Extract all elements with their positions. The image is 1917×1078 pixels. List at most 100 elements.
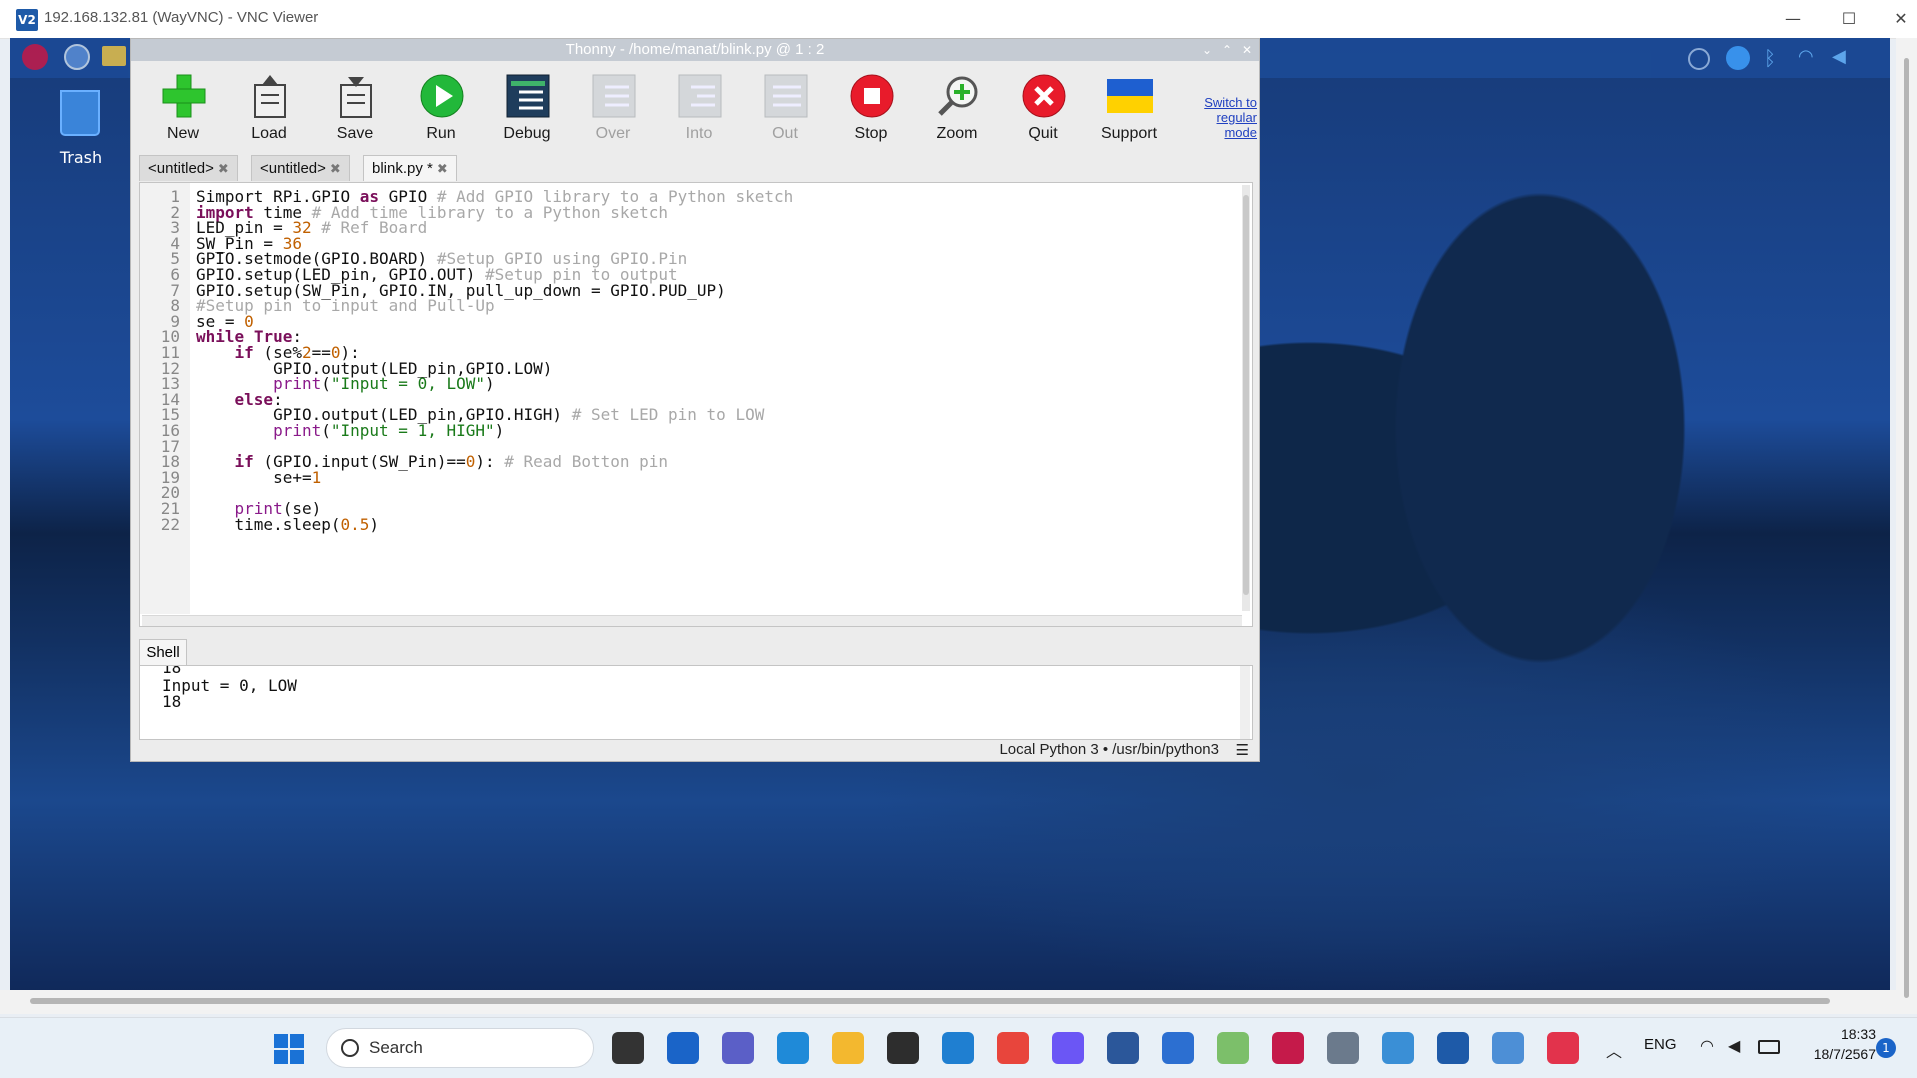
thonny-minimize-button[interactable]: ⌄	[1197, 40, 1217, 60]
run-button[interactable]: Run	[401, 69, 481, 157]
language-indicator[interactable]: ENG	[1644, 1036, 1677, 1053]
update-icon[interactable]	[1726, 46, 1750, 70]
step-into-button[interactable]: Into	[659, 69, 739, 157]
close-tab-icon[interactable]: ✖	[218, 161, 229, 176]
notepad-icon[interactable]	[1162, 1032, 1194, 1064]
save-label: Save	[336, 125, 374, 142]
switch-mode-line2: regular	[1216, 110, 1257, 125]
browser-icon[interactable]	[64, 44, 90, 70]
file-explorer-icon[interactable]	[832, 1032, 864, 1064]
shell-console[interactable]: 18 Input = 0, LOW 18	[139, 665, 1253, 740]
clock-date[interactable]: 18/7/2567	[1786, 1046, 1876, 1062]
battery-icon[interactable]	[1758, 1040, 1780, 1054]
tab-label: <untitled>	[260, 160, 326, 177]
code-editor[interactable]: 1 2 3 4 5 6 7 8 9 10 11 12 13 14 15 16 17 18 19 20 21 22 Simp…	[139, 182, 1253, 627]
new-label: New	[166, 125, 199, 142]
network-icon[interactable]	[1492, 1032, 1524, 1064]
task-view-icon[interactable]	[612, 1032, 644, 1064]
windows-logo-icon	[290, 1050, 304, 1064]
line-number-gutter: 1 2 3 4 5 6 7 8 9 10 11 12 13 14 15 16 17 18 19 20 21 22	[140, 183, 190, 614]
word-icon[interactable]	[1107, 1032, 1139, 1064]
run-label: Run	[426, 125, 456, 142]
step-out-button[interactable]: Out	[745, 69, 825, 157]
store-icon[interactable]	[887, 1032, 919, 1064]
quit-button[interactable]: Quit	[1003, 69, 1083, 157]
folder-icon[interactable]	[102, 46, 126, 66]
edge-icon[interactable]	[777, 1032, 809, 1064]
start-button[interactable]	[274, 1034, 304, 1064]
tab-label: <untitled>	[148, 160, 214, 177]
vnc-vertical-thumb[interactable]	[1904, 58, 1909, 998]
maps-icon[interactable]	[1217, 1032, 1249, 1064]
menu-icon[interactable]: ☰	[1236, 741, 1249, 759]
close-button[interactable]: ✕	[1874, 4, 1917, 34]
tab-untitled-1[interactable]: <untitled> ✖	[139, 155, 238, 181]
debug-button[interactable]: Debug	[487, 69, 567, 157]
status-bar: Local Python 3 • /usr/bin/python3 ☰	[131, 741, 1259, 761]
volume-tray-icon[interactable]: ◀	[1728, 1036, 1740, 1055]
vnc-vertical-scrollbar[interactable]	[1896, 38, 1917, 1014]
step-over-button[interactable]: Over	[573, 69, 653, 157]
support-button[interactable]: Support	[1089, 69, 1169, 157]
ukraine-flag-icon	[1107, 79, 1153, 113]
toolbar: New Load Save Run Debug Over Into Out St…	[131, 61, 1259, 157]
close-tab-icon[interactable]: ✖	[330, 161, 341, 176]
volume-icon[interactable]: ◀	[1832, 46, 1856, 70]
windows-logo-icon	[290, 1034, 304, 1048]
show-hidden-icons-chevron-icon[interactable]: ︿	[1606, 1038, 1622, 1062]
save-button[interactable]: Save	[315, 69, 395, 157]
snap-icon[interactable]	[667, 1032, 699, 1064]
step-into-icon	[678, 74, 722, 118]
vnc-viewer-icon[interactable]	[1437, 1032, 1469, 1064]
into-label: Into	[685, 125, 713, 142]
line-number: 22	[160, 514, 180, 534]
windows-logo-icon	[274, 1050, 288, 1064]
remote-desktop-icon[interactable]	[1382, 1032, 1414, 1064]
clock-time[interactable]: 18:33	[1786, 1026, 1876, 1042]
settings-icon[interactable]	[1327, 1032, 1359, 1064]
interpreter-status[interactable]: Local Python 3 • /usr/bin/python3	[999, 741, 1219, 758]
tab-untitled-2[interactable]: <untitled> ✖	[251, 155, 350, 181]
shell-tab[interactable]: Shell	[139, 639, 187, 665]
notification-badge[interactable]: 1	[1876, 1038, 1896, 1058]
shell-output-line: Input = 0, LOW	[162, 676, 297, 695]
zoom-button[interactable]: Zoom	[917, 69, 997, 157]
raspberry-pi-icon[interactable]	[1272, 1032, 1304, 1064]
teams-icon[interactable]	[722, 1032, 754, 1064]
maximize-button[interactable]: ☐	[1822, 4, 1876, 34]
stop-button[interactable]: Stop	[831, 69, 911, 157]
editor-vertical-scrollbar[interactable]	[1242, 185, 1250, 611]
remote-desktop[interactable]: ᛒ ◠ ◀ Trash Thonny - /home/manat/blink.p…	[10, 38, 1890, 991]
editor-scroll-thumb[interactable]	[1243, 195, 1249, 595]
chrome-icon[interactable]	[997, 1032, 1029, 1064]
thonny-window: Thonny - /home/manat/blink.py @ 1 : 2 ⌄ …	[130, 38, 1260, 762]
save-icon	[340, 77, 372, 118]
vnc-horizontal-scrollbar[interactable]	[0, 990, 1896, 1014]
tab-blink-py[interactable]: blink.py * ✖	[363, 155, 457, 181]
switch-to-regular-mode-link[interactable]: Switch to regular mode	[1183, 95, 1257, 140]
vnc-horizontal-thumb[interactable]	[30, 998, 1830, 1004]
vscode-icon[interactable]	[942, 1032, 974, 1064]
bluetooth-icon[interactable]: ᛒ	[1764, 46, 1780, 70]
minimize-button[interactable]: —	[1766, 4, 1820, 34]
thonny-maximize-button[interactable]: ⌃	[1217, 40, 1237, 60]
quit-icon	[1022, 74, 1066, 118]
taskbar-search[interactable]: Search	[326, 1028, 594, 1068]
load-button[interactable]: Load	[229, 69, 309, 157]
raspberry-menu-icon[interactable]	[22, 44, 48, 70]
thonny-title: Thonny - /home/manat/blink.py @ 1 : 2	[565, 41, 825, 58]
sync-icon[interactable]	[1688, 48, 1710, 70]
messenger-icon[interactable]	[1052, 1032, 1084, 1064]
trash-icon	[60, 90, 100, 136]
thonny-close-button[interactable]: ✕	[1237, 40, 1257, 60]
stop-label: Stop	[854, 125, 888, 142]
snipping-tool-icon[interactable]	[1547, 1032, 1579, 1064]
new-button[interactable]: New	[143, 69, 223, 157]
trash-desktop-item[interactable]: Trash	[46, 90, 116, 180]
run-icon	[420, 74, 464, 118]
close-tab-icon[interactable]: ✖	[437, 161, 448, 176]
shell-scrollbar[interactable]	[1240, 666, 1250, 739]
wifi-icon[interactable]: ◠	[1798, 46, 1822, 70]
network-tray-icon[interactable]: ◠	[1700, 1036, 1714, 1055]
editor-horizontal-scrollbar[interactable]	[142, 615, 1242, 626]
